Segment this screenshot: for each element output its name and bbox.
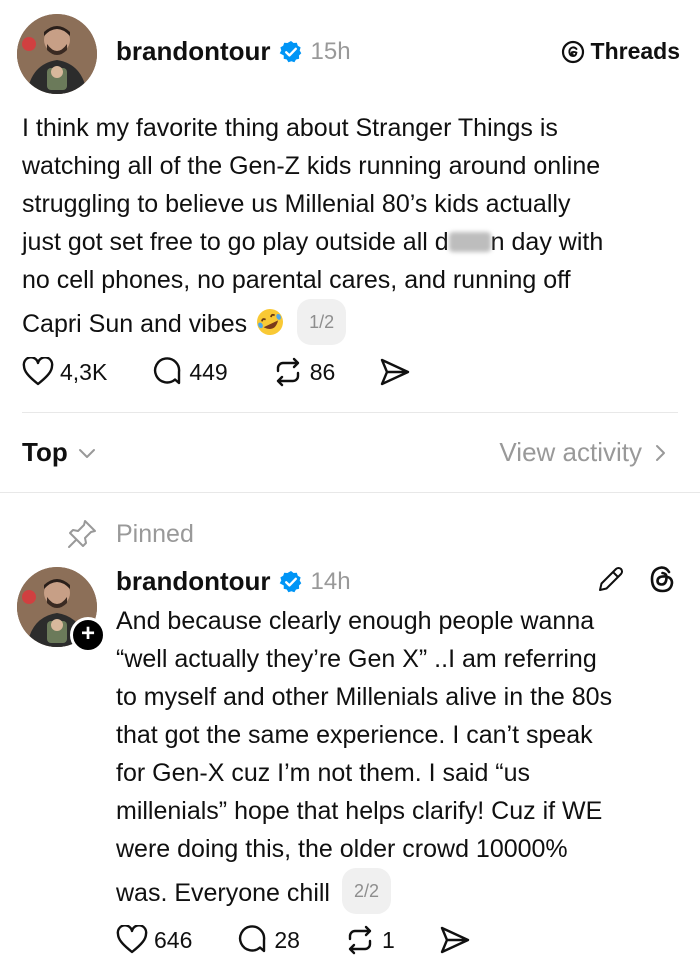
threads-app-badge[interactable]: Threads: [561, 38, 680, 65]
chevron-down-icon: [78, 448, 95, 458]
repost-icon: [276, 357, 299, 387]
avatar-photo: [17, 14, 97, 94]
threads-logo-icon: [561, 40, 584, 63]
username[interactable]: brandontour: [116, 566, 271, 597]
verified-badge-icon: [279, 40, 301, 62]
threads-logo-icon[interactable]: [648, 564, 676, 594]
pin-icon: [68, 520, 96, 548]
share-send-icon: [440, 926, 469, 954]
rolling-laughing-emoji-icon: [257, 309, 284, 335]
chevron-right-icon: [656, 444, 665, 461]
reply-count: 449: [189, 358, 228, 385]
repost-icon: [348, 925, 372, 955]
like-count: 4,3K: [60, 358, 108, 385]
sort-label: Top: [22, 437, 68, 467]
pinned-indicator: Pinned: [66, 518, 194, 550]
follow-plus-button[interactable]: +: [70, 617, 106, 653]
reply-count: 28: [274, 926, 300, 953]
reply-button[interactable]: 449: [151, 356, 228, 388]
repost-button[interactable]: 1: [344, 924, 395, 956]
comment-icon: [154, 357, 181, 385]
heart-icon: [116, 925, 148, 954]
comment-icon: [239, 925, 266, 953]
repost-count: 86: [309, 358, 336, 385]
share-send-icon: [381, 358, 410, 386]
post-text-body: And because clearly enough people wanna …: [116, 607, 613, 907]
timestamp: 15h: [310, 37, 351, 65]
divider: [22, 412, 678, 413]
avatar[interactable]: [17, 14, 97, 94]
reply-button[interactable]: 28: [236, 924, 300, 956]
view-activity-label: View activity: [499, 437, 642, 467]
edit-pencil-icon[interactable]: [596, 564, 626, 594]
repost-count: 1: [381, 926, 395, 953]
threads-label: Threads: [590, 38, 680, 64]
timestamp: 14h: [310, 567, 351, 595]
page-indicator: 1/2: [297, 299, 347, 345]
page-indicator: 2/2: [341, 868, 392, 914]
sort-dropdown[interactable]: Top: [22, 437, 96, 468]
heart-icon: [22, 357, 54, 386]
post-text: I think my favorite thing about Stranger…: [22, 109, 682, 345]
username[interactable]: brandontour: [116, 36, 271, 67]
like-button[interactable]: 4,3K: [22, 357, 107, 387]
verified-badge-icon: [279, 570, 301, 592]
repost-button[interactable]: 86: [272, 356, 336, 388]
post-text: And because clearly enough people wanna …: [116, 602, 686, 914]
section-divider: [0, 492, 700, 493]
share-button[interactable]: [379, 357, 417, 387]
like-count: 646: [154, 926, 193, 953]
share-button[interactable]: [439, 925, 477, 955]
like-button[interactable]: 646: [116, 925, 192, 955]
pinned-label: Pinned: [116, 519, 194, 548]
view-activity-link[interactable]: View activity: [499, 437, 666, 468]
censored-word: [448, 232, 491, 252]
